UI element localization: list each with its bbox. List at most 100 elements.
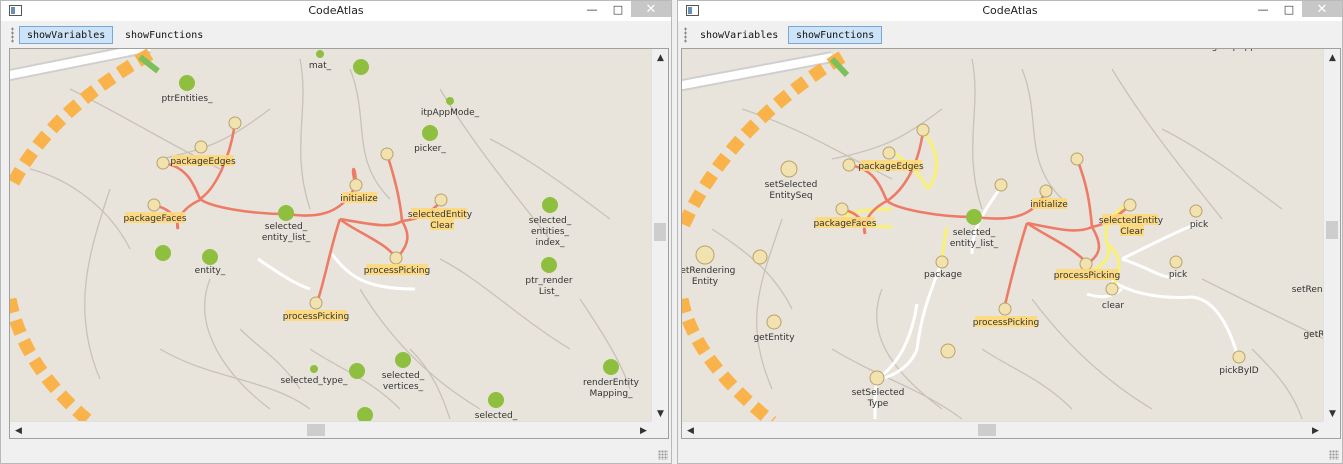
scroll-down-icon[interactable]: ▼ — [652, 405, 668, 422]
node-package-edges-left[interactable] — [156, 156, 170, 170]
node-initialize[interactable] — [1039, 184, 1053, 198]
toolbar: showVariables showFunctions — [1, 24, 671, 46]
scroll-down-icon[interactable]: ▼ — [1324, 405, 1340, 422]
label-package-edges: packageEdges — [170, 157, 236, 167]
show-variables-button[interactable]: showVariables — [693, 26, 785, 44]
toolbar-grip[interactable] — [684, 27, 687, 43]
title-bar[interactable]: CodeAtlas — □ ✕ — [1, 1, 671, 21]
horizontal-scrollbar[interactable]: ◀ ▶ — [10, 421, 652, 438]
node-process-picking-a[interactable] — [389, 251, 403, 265]
scroll-left-icon[interactable]: ◀ — [682, 422, 699, 438]
node-entity[interactable] — [202, 249, 218, 265]
node-package-edges-left[interactable] — [842, 158, 856, 172]
node-selected-bottom[interactable] — [488, 392, 504, 408]
node-get-rendering-entity[interactable] — [695, 245, 715, 265]
vertical-scrollbar[interactable]: ▲ ▼ — [1323, 49, 1340, 422]
node-process-picking-b[interactable] — [309, 296, 323, 310]
node-fn-top[interactable] — [916, 123, 930, 137]
maximize-button[interactable]: □ — [605, 1, 631, 17]
node-ptr-render-list[interactable] — [541, 257, 557, 273]
node-pick-b[interactable] — [1169, 255, 1183, 269]
node-package-edges[interactable] — [882, 146, 896, 160]
node-bottom-green[interactable] — [357, 407, 373, 422]
node-selected-entity-clear[interactable] — [434, 193, 448, 207]
vertical-scroll-thumb[interactable] — [654, 223, 666, 241]
resize-grip-icon[interactable] — [658, 450, 668, 460]
node-selected-entity-clear[interactable] — [1123, 198, 1137, 212]
vertical-scroll-thumb[interactable] — [1326, 221, 1338, 239]
label-render-entity-mapping-2: Mapping_ — [589, 389, 633, 399]
node-mat-large[interactable] — [353, 59, 369, 75]
node-selected-entity-list[interactable] — [278, 205, 294, 221]
label-process-picking-a: processPicking — [364, 266, 430, 276]
show-functions-button[interactable]: showFunctions — [788, 26, 883, 44]
label-selected-entity-list-1: selected_ — [265, 222, 308, 232]
node-set-selected-type[interactable] — [869, 370, 885, 386]
scroll-left-icon[interactable]: ◀ — [10, 422, 27, 438]
toolbar-grip[interactable] — [11, 27, 14, 43]
vertical-scrollbar[interactable]: ▲ ▼ — [651, 49, 668, 422]
minimize-button[interactable]: — — [1250, 1, 1276, 17]
node-itp-app-mode[interactable] — [446, 97, 454, 105]
title-bar[interactable]: CodeAtlas — □ ✕ — [678, 1, 1342, 21]
node-unnamed-green[interactable] — [155, 245, 171, 261]
scroll-up-icon[interactable]: ▲ — [652, 49, 668, 66]
node-selected-type[interactable] — [310, 365, 318, 373]
node-ptr-entities[interactable] — [179, 75, 195, 91]
node-selected-vertices[interactable] — [395, 352, 411, 368]
node-initialize[interactable] — [349, 178, 363, 192]
node-process-picking-b[interactable] — [998, 302, 1012, 316]
node-unnamed-cream[interactable] — [752, 249, 768, 265]
resize-grip-icon[interactable] — [1329, 450, 1339, 460]
code-map-canvas[interactable]: mat_ ptrEntities_ itpAppMode_ picker_ pa… — [10, 49, 652, 422]
node-clear[interactable] — [1105, 282, 1119, 296]
node-get-entity[interactable] — [766, 314, 782, 330]
node-fn-upper[interactable] — [1070, 152, 1084, 166]
node-fn-mid[interactable] — [994, 178, 1008, 192]
node-process-picking-a[interactable] — [1079, 257, 1093, 271]
code-map-view[interactable]: mat_ ptrEntities_ itpAppMode_ picker_ pa… — [9, 48, 669, 439]
horizontal-scroll-thumb[interactable] — [978, 424, 996, 436]
node-set-selected-entity-seq[interactable] — [780, 160, 798, 178]
close-button[interactable]: ✕ — [1302, 1, 1342, 17]
label-selected-entity-list-2: entity_list_ — [950, 239, 999, 249]
node-selected-entities-index[interactable] — [542, 197, 558, 213]
node-pick-by-id[interactable] — [1232, 350, 1246, 364]
node-mat[interactable] — [316, 50, 324, 58]
label-get-r: getR — [1303, 330, 1324, 340]
horizontal-scrollbar[interactable]: ◀ ▶ — [682, 421, 1324, 438]
node-render-entity-mapping[interactable] — [603, 359, 619, 375]
code-map-view[interactable]: getItpAppMode setSelected EntitySeq pack… — [681, 48, 1341, 439]
close-button[interactable]: ✕ — [631, 1, 671, 17]
node-fn-picker[interactable] — [380, 147, 394, 161]
node-package-faces[interactable] — [835, 202, 849, 216]
scroll-right-icon[interactable]: ▶ — [635, 422, 652, 438]
label-render-entity-mapping-1: renderEntity — [583, 378, 640, 388]
node-unnamed-cream-2[interactable] — [940, 343, 956, 359]
horizontal-scroll-thumb[interactable] — [307, 424, 325, 436]
label-process-picking-a: processPicking — [1054, 271, 1120, 281]
label-get-itp-app-mode: getItpAppMode — [1212, 49, 1281, 52]
label-selected-vertices-1: selected_ — [382, 371, 425, 381]
minimize-button[interactable]: — — [579, 1, 605, 17]
show-functions-button[interactable]: showFunctions — [118, 26, 210, 44]
node-package[interactable] — [935, 255, 949, 269]
scroll-up-icon[interactable]: ▲ — [1324, 49, 1340, 66]
node-picker[interactable] — [422, 125, 438, 141]
label-ptr-render-list-1: ptr_render — [525, 276, 572, 286]
node-selected-entity-list[interactable] — [966, 209, 982, 225]
node-pick-a[interactable] — [1189, 204, 1203, 218]
code-map-canvas[interactable]: getItpAppMode setSelected EntitySeq pack… — [682, 49, 1324, 422]
show-variables-button[interactable]: showVariables — [19, 26, 114, 44]
node-selected-type-large[interactable] — [349, 363, 365, 379]
scroll-right-icon[interactable]: ▶ — [1307, 422, 1324, 438]
label-selected-type: selected_type_ — [280, 376, 348, 386]
label-selected-entity-list-2: entity_list_ — [262, 233, 311, 243]
node-package-edges[interactable] — [194, 140, 208, 154]
maximize-button[interactable]: □ — [1276, 1, 1302, 17]
node-package-faces[interactable] — [147, 198, 161, 212]
label-selected-entity-list-1: selected_ — [953, 228, 996, 238]
node-fn-top[interactable] — [228, 116, 242, 130]
label-ptr-render-list-2: List_ — [539, 287, 560, 297]
status-bar — [678, 441, 1342, 463]
